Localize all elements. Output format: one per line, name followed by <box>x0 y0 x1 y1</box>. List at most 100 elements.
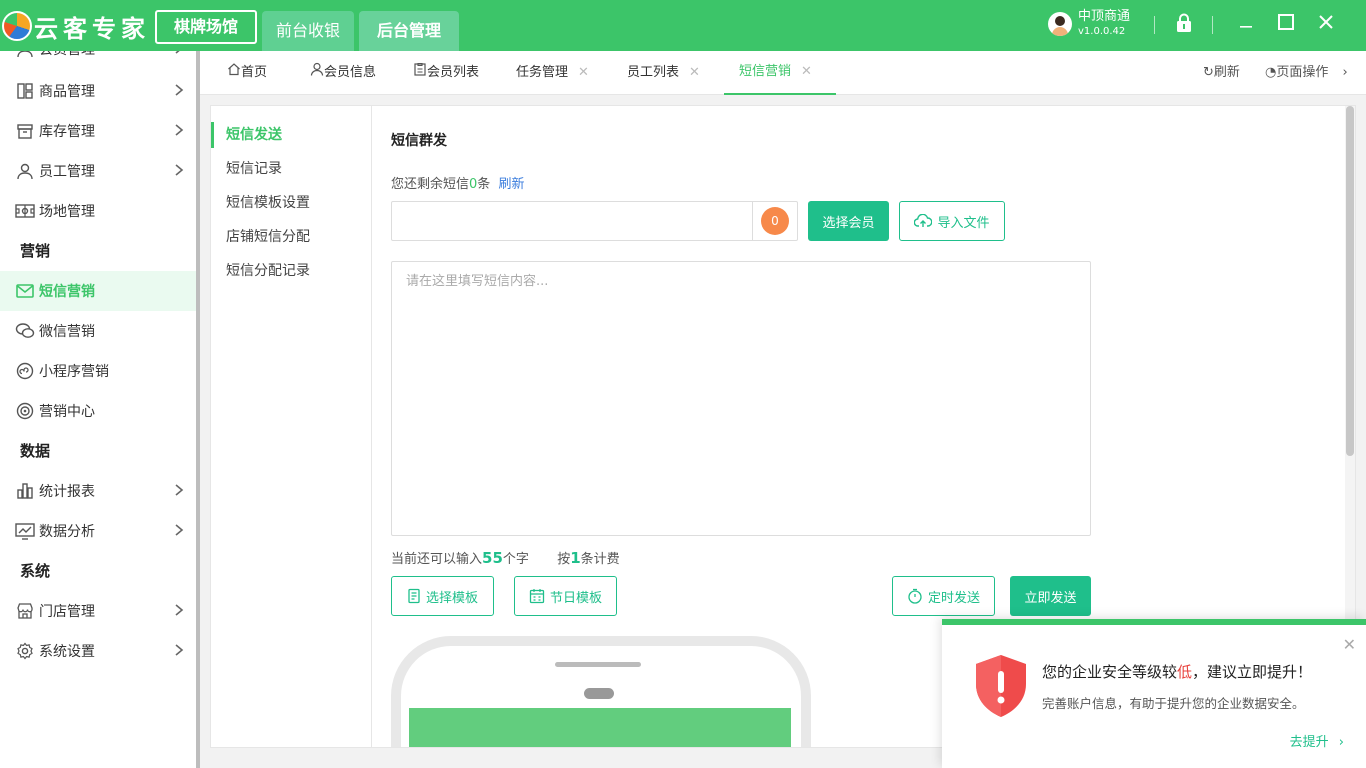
tab-member-list[interactable]: 会员列表 <box>413 51 479 95</box>
recipient-count-badge: 0 <box>761 207 789 235</box>
sidebar-item-marketing-center[interactable]: 营销中心 <box>0 391 196 431</box>
grid-icon <box>15 81 35 101</box>
app-logo: 云客专家 <box>0 6 150 46</box>
holiday-template-button[interactable]: 节日模板 <box>514 576 617 616</box>
tab-member-info[interactable]: 会员信息 <box>310 51 376 95</box>
divider <box>1154 16 1155 34</box>
sidebar-item-staff[interactable]: 员工管理 <box>0 151 196 191</box>
security-description: 完善账户信息，有助于提升您的企业数据安全。 <box>1042 696 1305 711</box>
chevron-right-icon <box>174 603 184 621</box>
close-tab-icon[interactable]: ✕ <box>801 50 812 94</box>
wechat-icon <box>15 321 35 341</box>
import-file-button[interactable]: 导入文件 <box>899 201 1005 241</box>
sms-content-textarea[interactable] <box>391 261 1091 536</box>
billing-count: 1 <box>570 549 581 567</box>
tab-sms-marketing[interactable]: 短信营销 ✕ <box>724 51 836 95</box>
user-profile[interactable]: 中顶商通 v1.0.0.42 <box>1048 8 1130 39</box>
sidebar-item-sms-marketing[interactable]: 短信营销 <box>0 271 196 311</box>
scheduled-send-button[interactable]: 定时发送 <box>892 576 995 616</box>
chevron-right-icon <box>174 483 184 501</box>
scrollbar-thumb[interactable] <box>1346 106 1354 456</box>
sms-balance: 您还剩余短信0条 刷新 <box>391 173 524 192</box>
lock-icon[interactable] <box>1172 13 1196 37</box>
sidebar-item-stores[interactable]: 门店管理 <box>0 591 196 631</box>
sidebar-item-reports[interactable]: 统计报表 <box>0 471 196 511</box>
security-headline: 您的企业安全等级较低，建议立即提升！ <box>1042 661 1312 682</box>
sidebar-item-wechat-marketing[interactable]: 微信营销 <box>0 311 196 351</box>
cloud-upload-icon <box>914 214 933 228</box>
select-member-button[interactable]: 选择会员 <box>808 201 889 241</box>
submenu-sms-records[interactable]: 短信记录 <box>211 152 371 186</box>
top-tab-frontdesk[interactable]: 前台收银 <box>262 11 354 51</box>
maximize-icon[interactable] <box>1274 13 1298 37</box>
sidebar-item-label: 系统设置 <box>39 644 95 660</box>
tab-staff-list[interactable]: 员工列表 ✕ <box>627 51 700 95</box>
chevron-right-icon[interactable]: › <box>1343 65 1348 80</box>
sidebar-item-label: 场地管理 <box>39 204 95 220</box>
counter-prefix: 当前还可以输入 <box>391 552 483 567</box>
submenu-sms-send[interactable]: 短信发送 <box>211 118 371 152</box>
select-template-label: 选择模板 <box>425 590 478 606</box>
submenu-allocation-records[interactable]: 短信分配记录 <box>211 254 371 288</box>
scheduled-send-label: 定时发送 <box>927 590 980 606</box>
select-template-button[interactable]: 选择模板 <box>391 576 494 616</box>
minimize-icon[interactable] <box>1234 13 1258 37</box>
phone-speaker <box>555 662 641 667</box>
sidebar-item-label: 微信营销 <box>39 324 95 340</box>
sidebar-item-members[interactable]: 会员管理 <box>0 51 196 69</box>
line-chart-icon <box>15 521 35 541</box>
balance-refresh-link[interactable]: 刷新 <box>498 177 524 192</box>
close-tab-icon[interactable]: ✕ <box>689 51 700 95</box>
tab-label: 会员列表 <box>427 65 480 80</box>
page-operations-button[interactable]: ◔页面操作 › <box>1265 51 1348 95</box>
import-file-label: 导入文件 <box>937 215 990 231</box>
sidebar: 会员管理 商品管理 库存管理 员工管理 场地管理 营销 短信营销 微信营销 小程… <box>0 51 200 768</box>
sidebar-item-venues[interactable]: 场地管理 <box>0 191 196 231</box>
refresh-button[interactable]: ↻刷新 <box>1203 51 1240 95</box>
page-ops-label: 页面操作 <box>1276 65 1329 80</box>
miniprogram-icon <box>15 361 35 381</box>
sidebar-group-data: 数据 <box>20 442 51 460</box>
sidebar-item-settings[interactable]: 系统设置 <box>0 631 196 671</box>
top-tab-backoffice[interactable]: 后台管理 <box>359 11 459 51</box>
sidebar-item-analytics[interactable]: 数据分析 <box>0 511 196 551</box>
close-icon[interactable]: ✕ <box>1343 635 1356 654</box>
chevron-right-icon <box>174 83 184 101</box>
sidebar-item-inventory[interactable]: 库存管理 <box>0 111 196 151</box>
bar-chart-icon <box>15 481 35 501</box>
close-tab-icon[interactable]: ✕ <box>578 51 589 95</box>
sidebar-group-marketing: 营销 <box>20 242 51 260</box>
venue-type-button[interactable]: 棋牌场馆 <box>155 10 257 44</box>
security-notification: ✕ 您的企业安全等级较低，建议立即提升！ 完善账户信息，有助于提升您的企业数据安… <box>942 619 1366 768</box>
logo-text: 云客专家 <box>34 13 150 43</box>
tab-task-management[interactable]: 任务管理 ✕ <box>516 51 589 95</box>
send-now-button[interactable]: 立即发送 <box>1010 576 1091 616</box>
submenu-template-settings[interactable]: 短信模板设置 <box>211 186 371 220</box>
close-window-icon[interactable] <box>1314 13 1338 37</box>
page-tab-strip: 首页 会员信息 会员列表 任务管理 ✕ 员工列表 ✕ 短信营销 ✕ ↻刷新 ◔页… <box>200 51 1366 95</box>
tab-label: 员工列表 <box>627 65 680 80</box>
upgrade-link[interactable]: 去提升 › <box>1290 731 1344 750</box>
user-icon <box>310 51 324 95</box>
gauge-icon: ◔ <box>1265 65 1277 80</box>
chevron-right-icon <box>174 123 184 141</box>
sidebar-item-products[interactable]: 商品管理 <box>0 71 196 111</box>
sidebar-item-label: 商品管理 <box>39 84 95 100</box>
tab-label: 首页 <box>241 65 268 80</box>
submenu-store-allocation[interactable]: 店铺短信分配 <box>211 220 371 254</box>
sidebar-item-label: 统计报表 <box>39 484 95 500</box>
venue-icon <box>15 201 35 221</box>
tab-home[interactable]: 首页 <box>227 51 267 95</box>
sidebar-item-miniprogram-marketing[interactable]: 小程序营销 <box>0 351 196 391</box>
refresh-icon: ↻ <box>1203 65 1214 80</box>
chevron-right-icon <box>174 51 184 59</box>
home-icon <box>227 51 241 95</box>
sidebar-item-label: 库存管理 <box>39 124 95 140</box>
chevron-right-icon: › <box>1338 735 1344 750</box>
tab-label: 短信营销 <box>739 64 792 79</box>
member-icon <box>15 51 35 59</box>
headline-prefix: 您的企业安全等级较 <box>1042 663 1178 681</box>
box-icon <box>15 121 35 141</box>
recipients-input[interactable]: 0 <box>391 201 798 241</box>
sidebar-item-label: 会员管理 <box>39 51 95 59</box>
